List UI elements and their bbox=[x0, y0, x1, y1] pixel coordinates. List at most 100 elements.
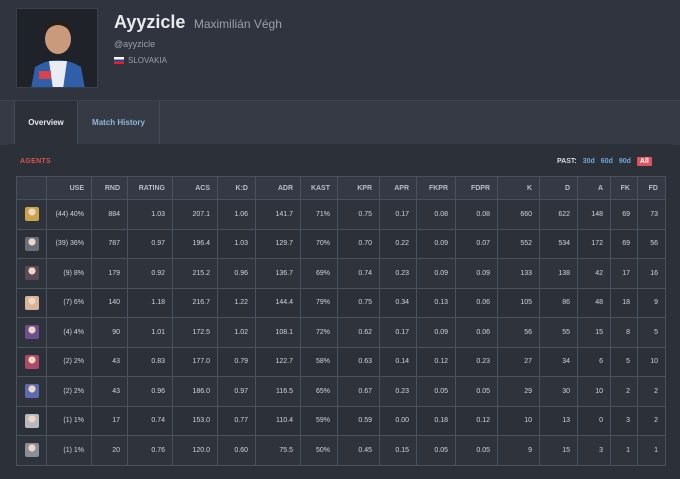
table-cell: 0.14 bbox=[379, 346, 417, 377]
table-cell: 105 bbox=[497, 287, 540, 318]
table-cell: 110.4 bbox=[255, 405, 301, 436]
table-row: (7) 6% 140 1.18 216.7 1.22 144.4 79% 0.75 0.34 0.… bbox=[16, 287, 666, 318]
table-row: (2) 2% 43 0.83 177.0 0.79 122.7 58% 0.63 0.14 0.1… bbox=[16, 346, 666, 377]
agent-cell bbox=[16, 317, 47, 348]
column-header[interactable]: KAST bbox=[300, 176, 338, 200]
column-header[interactable]: FDPR bbox=[455, 176, 498, 200]
table-cell: 69 bbox=[610, 199, 638, 230]
column-header[interactable]: ADR bbox=[255, 176, 301, 200]
table-cell: 148 bbox=[577, 199, 611, 230]
filter-90d[interactable]: 90d bbox=[619, 158, 631, 165]
table-cell: 1 bbox=[610, 435, 638, 466]
column-header[interactable]: A bbox=[577, 176, 611, 200]
column-header[interactable]: ACS bbox=[172, 176, 218, 200]
table-cell: 0.67 bbox=[337, 376, 380, 407]
table-cell: 120.0 bbox=[172, 435, 218, 466]
time-filter: PAST: 30d 60d 90d All bbox=[557, 157, 652, 166]
table-cell: 10 bbox=[637, 346, 666, 377]
table-cell: 1.18 bbox=[127, 287, 173, 318]
table-cell: 16 bbox=[637, 258, 666, 289]
table-cell: 1.22 bbox=[217, 287, 256, 318]
table-row: (44) 40% 884 1.03 207.1 1.06 141.7 71% 0.75 0.17… bbox=[16, 199, 666, 230]
table-cell: 0.23 bbox=[379, 376, 417, 407]
column-header[interactable]: APR bbox=[379, 176, 417, 200]
agents-stats-table: USE RND RATING ACS K:D ADR KAST KPR APR … bbox=[16, 176, 666, 466]
table-cell: 0.74 bbox=[127, 405, 173, 436]
table-cell: (7) 6% bbox=[46, 287, 92, 318]
agent-portrait-icon bbox=[24, 413, 39, 428]
agent-cell bbox=[16, 346, 47, 377]
column-header[interactable]: K bbox=[497, 176, 540, 200]
table-cell: 0.60 bbox=[217, 435, 256, 466]
table-cell: 2 bbox=[610, 376, 638, 407]
profile-tabs: Overview Match History bbox=[0, 100, 680, 145]
column-header[interactable]: FKPR bbox=[416, 176, 456, 200]
table-cell: 0.23 bbox=[455, 346, 498, 377]
table-cell: 0.77 bbox=[217, 405, 256, 436]
player-twitter-link[interactable]: @ayyzicle bbox=[114, 39, 155, 49]
column-header[interactable]: RATING bbox=[127, 176, 173, 200]
table-cell: 0.75 bbox=[337, 287, 380, 318]
table-cell: 90 bbox=[91, 317, 128, 348]
column-header[interactable]: RND bbox=[91, 176, 128, 200]
slovakia-flag-icon bbox=[114, 57, 124, 64]
table-cell: 0.05 bbox=[455, 376, 498, 407]
table-cell: 15 bbox=[539, 435, 578, 466]
table-row: (1) 1% 20 0.76 120.0 0.60 75.5 50% 0.45 0.15 0.05… bbox=[16, 435, 666, 466]
table-cell: 0.15 bbox=[379, 435, 417, 466]
table-cell: 34 bbox=[539, 346, 578, 377]
column-header[interactable]: K:D bbox=[217, 176, 256, 200]
filter-all[interactable]: All bbox=[636, 157, 652, 166]
table-cell: 73 bbox=[637, 199, 666, 230]
table-cell: 0.05 bbox=[416, 376, 456, 407]
table-cell: 0.09 bbox=[416, 258, 456, 289]
table-cell: 18 bbox=[610, 287, 638, 318]
agent-portrait-icon bbox=[24, 266, 39, 281]
table-cell: 622 bbox=[539, 199, 578, 230]
table-cell: 216.7 bbox=[172, 287, 218, 318]
table-cell: 71% bbox=[300, 199, 338, 230]
agents-section-title: AGENTS bbox=[20, 158, 51, 165]
table-cell: 0.08 bbox=[455, 199, 498, 230]
table-cell: 0.09 bbox=[416, 228, 456, 259]
tab-overview[interactable]: Overview bbox=[14, 101, 78, 145]
agent-portrait-icon bbox=[24, 354, 39, 369]
table-cell: 153.0 bbox=[172, 405, 218, 436]
table-cell: 0.22 bbox=[379, 228, 417, 259]
column-header[interactable]: FK bbox=[610, 176, 638, 200]
column-header[interactable]: FD bbox=[637, 176, 666, 200]
agent-portrait-icon bbox=[24, 295, 39, 310]
column-header[interactable]: USE bbox=[46, 176, 92, 200]
agent-cell bbox=[16, 228, 47, 259]
column-header[interactable]: KPR bbox=[337, 176, 380, 200]
table-cell: 207.1 bbox=[172, 199, 218, 230]
table-cell: 0.23 bbox=[379, 258, 417, 289]
table-cell: 0.09 bbox=[416, 317, 456, 348]
table-row: (39) 36% 787 0.97 196.4 1.03 129.7 70% 0.70 0.22… bbox=[16, 228, 666, 259]
filter-60d[interactable]: 60d bbox=[601, 158, 613, 165]
table-cell: 141.7 bbox=[255, 199, 301, 230]
table-row: (9) 8% 179 0.92 215.2 0.96 136.7 69% 0.74 0.23 0.… bbox=[16, 258, 666, 289]
table-cell: 20 bbox=[91, 435, 128, 466]
table-cell: 138 bbox=[539, 258, 578, 289]
table-cell: 196.4 bbox=[172, 228, 218, 259]
filter-30d[interactable]: 30d bbox=[583, 158, 595, 165]
table-cell: 86 bbox=[539, 287, 578, 318]
table-cell: 15 bbox=[577, 317, 611, 348]
table-cell: 0.59 bbox=[337, 405, 380, 436]
agent-cell bbox=[16, 405, 47, 436]
table-cell: 116.5 bbox=[255, 376, 301, 407]
table-row: (2) 2% 43 0.96 186.0 0.97 116.5 65% 0.67 0.23 0.0… bbox=[16, 376, 666, 407]
table-cell: 9 bbox=[637, 287, 666, 318]
table-cell: (39) 36% bbox=[46, 228, 92, 259]
table-cell: 48 bbox=[577, 287, 611, 318]
tab-match-history[interactable]: Match History bbox=[78, 101, 160, 145]
table-cell: 0.05 bbox=[416, 435, 456, 466]
table-cell: 8 bbox=[610, 317, 638, 348]
column-header[interactable]: D bbox=[539, 176, 578, 200]
table-cell: 75.5 bbox=[255, 435, 301, 466]
table-cell: 0.34 bbox=[379, 287, 417, 318]
table-cell: 5 bbox=[610, 346, 638, 377]
table-cell: 144.4 bbox=[255, 287, 301, 318]
table-cell: 30 bbox=[539, 376, 578, 407]
